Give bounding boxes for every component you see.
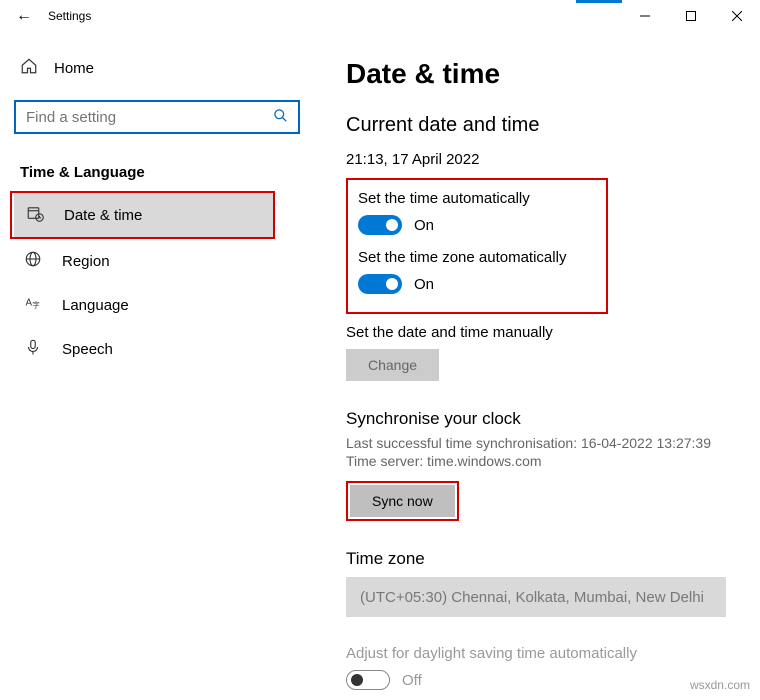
search-icon bbox=[273, 108, 288, 127]
window-title: Settings bbox=[48, 9, 91, 23]
sync-server: Time server: time.windows.com bbox=[346, 453, 732, 469]
watermark: wsxdn.com bbox=[690, 678, 750, 692]
sidebar-item-label: Region bbox=[62, 253, 110, 270]
search-input[interactable] bbox=[14, 100, 300, 134]
home-link[interactable]: Home bbox=[14, 48, 304, 88]
auto-tz-toggle[interactable] bbox=[358, 274, 402, 294]
auto-time-state: On bbox=[414, 217, 434, 234]
auto-time-toggle[interactable] bbox=[358, 215, 402, 235]
microphone-icon bbox=[24, 338, 42, 361]
maximize-icon bbox=[686, 11, 696, 21]
titlebar: ← Settings bbox=[0, 0, 760, 32]
sync-heading: Synchronise your clock bbox=[346, 409, 732, 429]
sidebar-item-label: Speech bbox=[62, 341, 113, 358]
sidebar-item-label: Date & time bbox=[64, 207, 142, 224]
sidebar-item-speech[interactable]: Speech bbox=[0, 327, 318, 371]
current-datetime: 21:13, 17 April 2022 bbox=[346, 151, 732, 168]
svg-text:字: 字 bbox=[32, 299, 40, 309]
timezone-heading: Time zone bbox=[346, 549, 732, 569]
page-title: Date & time bbox=[346, 58, 732, 90]
content-pane: Date & time Current date and time 21:13,… bbox=[318, 32, 760, 700]
calendar-clock-icon bbox=[26, 204, 44, 227]
sync-now-button[interactable]: Sync now bbox=[350, 485, 455, 517]
timezone-select: (UTC+05:30) Chennai, Kolkata, Mumbai, Ne… bbox=[346, 577, 726, 617]
timezone-value: (UTC+05:30) Chennai, Kolkata, Mumbai, Ne… bbox=[360, 589, 704, 606]
maximize-button[interactable] bbox=[668, 0, 714, 32]
sidebar-category: Time & Language bbox=[20, 164, 304, 181]
search-field[interactable] bbox=[26, 109, 273, 126]
sidebar-item-region[interactable]: Region bbox=[0, 239, 318, 283]
language-icon: A字 bbox=[24, 294, 42, 317]
home-icon bbox=[20, 57, 38, 79]
minimize-button[interactable] bbox=[622, 0, 668, 32]
auto-tz-label: Set the time zone automatically bbox=[358, 249, 596, 266]
svg-text:A: A bbox=[26, 297, 33, 308]
sidebar: Home Time & Language Date & time Region bbox=[0, 32, 318, 700]
back-button[interactable]: ← bbox=[0, 7, 48, 25]
minimize-icon bbox=[640, 11, 650, 21]
home-label: Home bbox=[54, 60, 94, 77]
highlight-box-datetime: Date & time bbox=[10, 191, 275, 239]
close-button[interactable] bbox=[714, 0, 760, 32]
accent-tab-indicator bbox=[576, 0, 622, 3]
sync-last: Last successful time synchronisation: 16… bbox=[346, 435, 732, 451]
sidebar-item-label: Language bbox=[62, 297, 129, 314]
highlight-box-auto-settings: Set the time automatically On Set the ti… bbox=[346, 178, 608, 314]
sidebar-item-language[interactable]: A字 Language bbox=[0, 283, 318, 327]
globe-icon bbox=[24, 250, 42, 273]
dst-label: Adjust for daylight saving time automati… bbox=[346, 645, 732, 662]
manual-label: Set the date and time manually bbox=[346, 324, 732, 341]
close-icon bbox=[732, 11, 742, 21]
page-subtitle: Current date and time bbox=[346, 114, 732, 137]
sidebar-item-date-time[interactable]: Date & time bbox=[14, 193, 273, 237]
highlight-box-sync: Sync now bbox=[346, 481, 459, 521]
auto-tz-state: On bbox=[414, 276, 434, 293]
dst-state: Off bbox=[402, 672, 422, 689]
dst-toggle bbox=[346, 670, 390, 690]
auto-time-label: Set the time automatically bbox=[358, 190, 596, 207]
change-button: Change bbox=[346, 349, 439, 381]
